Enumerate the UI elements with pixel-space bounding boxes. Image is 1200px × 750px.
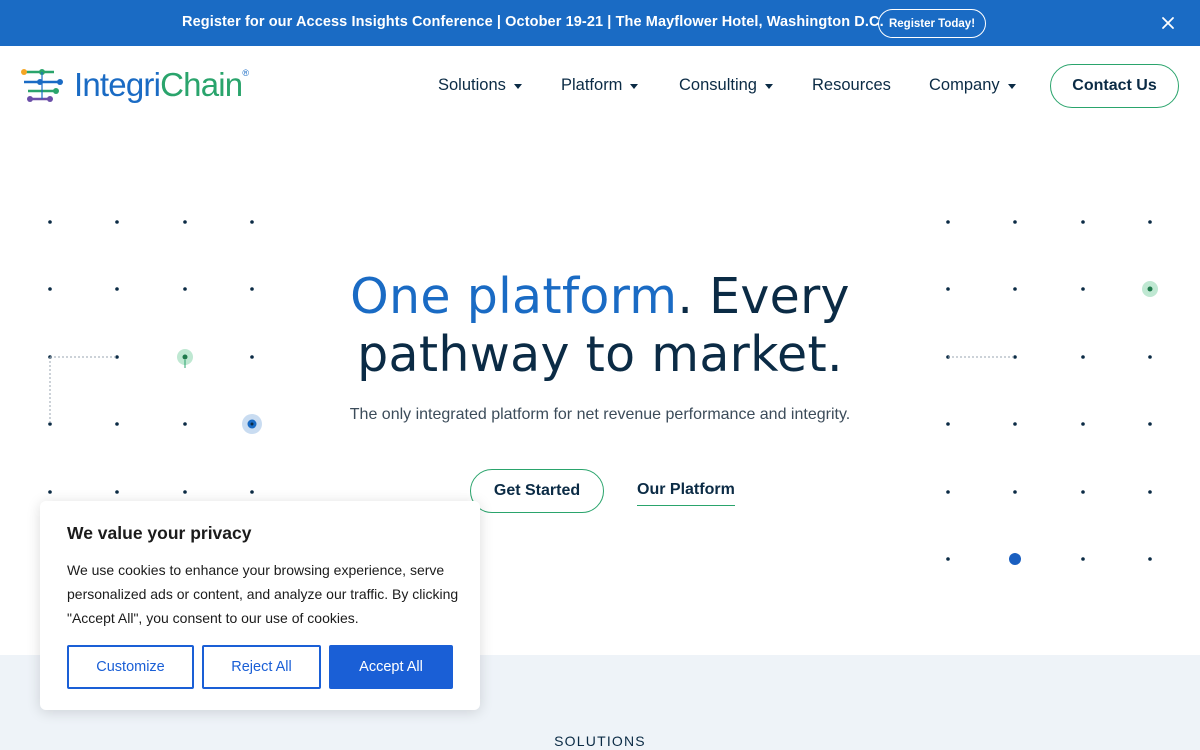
hero-title-line2: pathway to market. [357, 326, 843, 383]
customize-button[interactable]: Customize [67, 645, 194, 689]
accept-all-button[interactable]: Accept All [329, 645, 453, 689]
reject-all-button[interactable]: Reject All [202, 645, 321, 689]
our-platform-link[interactable]: Our Platform [637, 481, 735, 506]
hero-subtitle: The only integrated platform for net rev… [349, 406, 851, 423]
hero-title-accent: One platform [350, 268, 678, 325]
get-started-button[interactable]: Get Started [470, 469, 604, 513]
cookie-consent-dialog: We value your privacy We use cookies to … [40, 501, 480, 710]
hero-title-rest: . Every [677, 268, 850, 325]
section-label-solutions: SOLUTIONS [554, 733, 646, 749]
hero-title: One platform. Every pathway to market. [300, 268, 900, 384]
cookie-title: We value your privacy [67, 523, 252, 543]
cookie-body: We use cookies to enhance your browsing … [67, 562, 459, 626]
